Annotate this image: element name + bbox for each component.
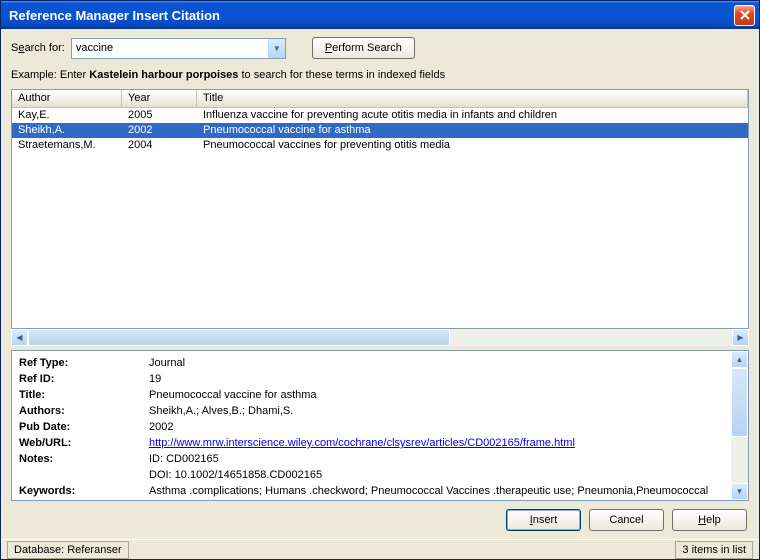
detail-content: Ref Type:Journal Ref ID:19 Title:Pneumoc…: [12, 351, 731, 500]
search-row: Search for: ▼ Perform Search: [11, 37, 749, 59]
title-value: Pneumococcal vaccine for asthma: [148, 387, 725, 403]
cell-title: Pneumococcal vaccine for asthma: [197, 123, 748, 138]
titlebar: Reference Manager Insert Citation: [1, 1, 759, 29]
vertical-scrollbar[interactable]: ▲ ▼: [731, 351, 748, 500]
cell-year: 2005: [122, 108, 197, 123]
ref-id-value: 19: [148, 371, 725, 387]
dialog-buttons: Insert Cancel Help: [11, 501, 749, 539]
column-header-title[interactable]: Title: [197, 90, 748, 107]
close-button[interactable]: [734, 5, 755, 26]
cell-author: Sheikh,A.: [12, 123, 122, 138]
authors-label: Authors:: [18, 403, 148, 419]
scroll-thumb-v[interactable]: [731, 368, 748, 437]
scroll-right-button[interactable]: ▶: [732, 329, 749, 346]
pub-date-label: Pub Date:: [18, 419, 148, 435]
example-text: Example: Enter Kastelein harbour porpois…: [11, 69, 749, 81]
cell-year: 2004: [122, 138, 197, 153]
horizontal-scrollbar[interactable]: ◀ ▶: [11, 329, 749, 346]
authors-value: Sheikh,A.; Alves,B.; Dhami,S.: [148, 403, 725, 419]
web-url-link[interactable]: http://www.mrw.interscience.wiley.com/co…: [149, 437, 575, 449]
triangle-left-icon: ◀: [16, 333, 22, 342]
triangle-up-icon: ▲: [736, 355, 744, 364]
table-row[interactable]: Kay,E.2005Influenza vaccine for preventi…: [12, 108, 748, 123]
statusbar: Database: Referanser 3 items in list: [1, 539, 759, 559]
help-button[interactable]: Help: [672, 509, 747, 531]
chevron-down-icon: ▼: [273, 44, 281, 53]
keywords-label: Keywords:: [18, 483, 148, 500]
scroll-thumb[interactable]: [28, 329, 450, 346]
triangle-right-icon: ▶: [737, 333, 743, 342]
notes-value-1: ID: CD002165: [148, 451, 725, 467]
keywords-value: Asthma .complications; Humans .checkword…: [148, 483, 725, 500]
scroll-track-v[interactable]: [731, 368, 748, 483]
ref-id-label: Ref ID:: [18, 371, 148, 387]
title-label: Title:: [18, 387, 148, 403]
results-grid: Author Year Title Kay,E.2005Influenza va…: [11, 89, 749, 329]
scroll-left-button[interactable]: ◀: [11, 329, 28, 346]
web-url-label: Web/URL:: [18, 435, 148, 451]
ref-type-value: Journal: [148, 355, 725, 371]
grid-body: Kay,E.2005Influenza vaccine for preventi…: [12, 108, 748, 328]
cell-year: 2002: [122, 123, 197, 138]
scroll-down-button[interactable]: ▼: [731, 483, 748, 500]
notes-value-2: DOI: 10.1002/14651858.CD002165: [148, 467, 725, 483]
table-row[interactable]: Straetemans,M.2004Pneumococcal vaccines …: [12, 138, 748, 153]
cancel-button[interactable]: Cancel: [589, 509, 664, 531]
ref-type-label: Ref Type:: [18, 355, 148, 371]
search-input[interactable]: [72, 39, 268, 58]
window-title: Reference Manager Insert Citation: [9, 8, 734, 23]
cell-title: Pneumococcal vaccines for preventing oti…: [197, 138, 748, 153]
search-label: Search for:: [11, 42, 65, 54]
notes-label: Notes:: [18, 451, 148, 467]
perform-search-button[interactable]: Perform Search: [312, 37, 415, 59]
grid-header: Author Year Title: [12, 90, 748, 108]
cell-author: Straetemans,M.: [12, 138, 122, 153]
cell-author: Kay,E.: [12, 108, 122, 123]
status-count: 3 items in list: [675, 541, 753, 559]
scroll-track[interactable]: [28, 329, 732, 346]
column-header-author[interactable]: Author: [12, 90, 122, 107]
detail-panel: Ref Type:Journal Ref ID:19 Title:Pneumoc…: [11, 350, 749, 501]
close-icon: [740, 10, 750, 20]
search-combobox[interactable]: ▼: [71, 38, 286, 59]
scroll-up-button[interactable]: ▲: [731, 351, 748, 368]
table-row[interactable]: Sheikh,A.2002Pneumococcal vaccine for as…: [12, 123, 748, 138]
insert-button[interactable]: Insert: [506, 509, 581, 531]
triangle-down-icon: ▼: [736, 487, 744, 496]
dropdown-button[interactable]: ▼: [268, 39, 285, 58]
status-database: Database: Referanser: [7, 541, 129, 559]
pub-date-value: 2002: [148, 419, 725, 435]
column-header-year[interactable]: Year: [122, 90, 197, 107]
cell-title: Influenza vaccine for preventing acute o…: [197, 108, 748, 123]
